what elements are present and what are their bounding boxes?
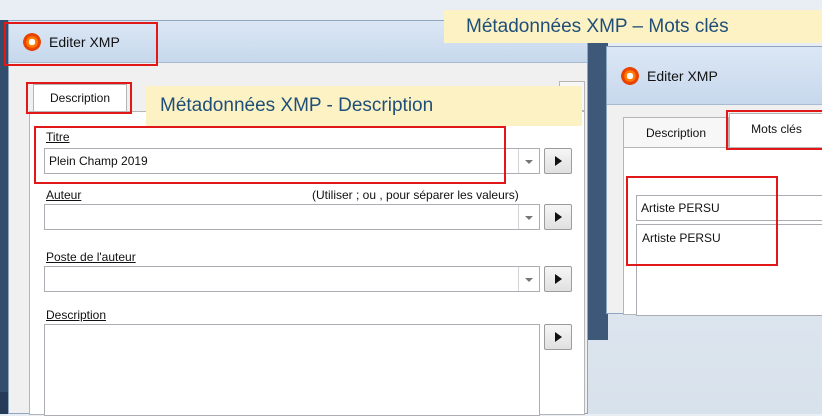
poste-dropdown-button[interactable]	[518, 267, 539, 291]
auteur-dropdown-button[interactable]	[518, 205, 539, 229]
titre-arrow-button[interactable]	[544, 148, 572, 174]
auteur-arrow-button[interactable]	[544, 204, 572, 230]
poste-arrow-button[interactable]	[544, 266, 572, 292]
highlight-description-tab	[26, 82, 132, 114]
highlight-window-title	[4, 22, 158, 66]
titre-dropdown-button[interactable]	[518, 149, 539, 173]
poste-label: Poste de l'auteur	[46, 250, 136, 264]
description-label: Description	[46, 308, 107, 322]
highlight-keywords-tab	[726, 110, 822, 150]
window-title-right: Editer XMP	[647, 68, 718, 84]
description-textarea[interactable]	[44, 324, 540, 416]
edit-xmp-window-left: Editer XMP Description Titre Plein Champ…	[8, 20, 588, 416]
window-titlebar-right: Editer XMP	[607, 47, 822, 105]
description-arrow-button[interactable]	[544, 324, 572, 350]
poste-field[interactable]	[44, 266, 540, 292]
xnview-app-icon-right	[621, 67, 639, 85]
callout-xmp-keywords: Métadonnées XMP – Mots clés	[444, 10, 822, 43]
auteur-hint: (Utiliser ; ou , pour séparer les valeur…	[312, 188, 519, 202]
callout-xmp-description: Métadonnées XMP - Description	[146, 86, 582, 126]
auteur-label: Auteur	[46, 188, 82, 202]
background-strip-middle	[586, 40, 608, 340]
tab-description-right[interactable]: Description	[623, 117, 729, 147]
highlight-keywords	[626, 176, 778, 266]
auteur-field[interactable]	[44, 204, 540, 230]
highlight-titre-field	[34, 126, 506, 184]
